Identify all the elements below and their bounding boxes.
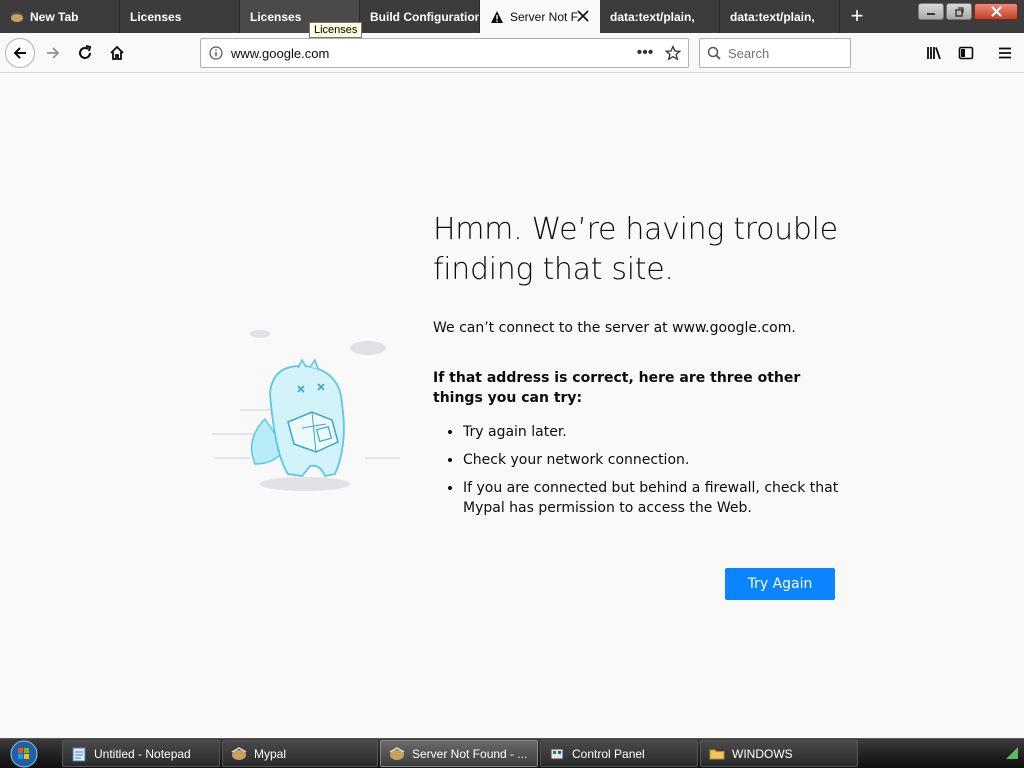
notepad-icon — [72, 747, 86, 761]
back-button[interactable] — [5, 38, 35, 68]
tab-label: New Tab — [30, 9, 79, 24]
mypal-icon — [389, 746, 405, 760]
new-tab-button[interactable]: + — [842, 5, 872, 28]
tab-data-text-1[interactable]: data:text/plain, — [600, 0, 720, 33]
tab-data-text-2[interactable]: data:text/plain, — [720, 0, 840, 33]
error-message-block: Hmm. We’re having trouble finding that s… — [433, 210, 843, 526]
search-input[interactable] — [728, 45, 850, 61]
taskbar-item-label: Untitled - Notepad — [94, 746, 191, 761]
taskbar-item-label: WINDOWS — [732, 746, 793, 761]
close-icon — [990, 6, 1002, 17]
suggestions-list: Try again later. Check your network conn… — [433, 422, 843, 518]
window-controls — [918, 3, 1018, 20]
suggestion-item: Check your network connection. — [463, 450, 843, 470]
warning-icon — [491, 10, 503, 23]
try-again-button[interactable]: Try Again — [725, 568, 835, 600]
forward-arrow-icon — [47, 47, 60, 59]
tab-label: Server Not F — [510, 9, 578, 24]
navigation-toolbar: ••• — [0, 33, 1024, 73]
back-arrow-icon — [13, 47, 26, 59]
error-description: We can’t connect to the server at www.go… — [433, 320, 796, 336]
minimize-icon — [927, 12, 935, 15]
home-button[interactable] — [102, 38, 132, 68]
library-icon — [927, 47, 941, 60]
tab-label: data:text/plain, — [730, 9, 815, 24]
page-actions-button[interactable]: ••• — [632, 44, 658, 62]
error-page: Hmm. We’re having trouble finding that s… — [0, 74, 1024, 738]
tab-server-not-found[interactable]: Server Not F — [480, 0, 600, 33]
close-window-button[interactable] — [974, 3, 1018, 20]
mypal-icon — [10, 10, 24, 22]
restore-button[interactable] — [946, 3, 972, 20]
taskbar-item-server-not-found[interactable]: Server Not Found - ... — [380, 740, 538, 767]
control-panel-icon — [550, 748, 564, 759]
tab-new-tab[interactable]: New Tab — [0, 0, 120, 33]
suggestions-heading: If that address is correct, here are thr… — [433, 370, 801, 406]
sidebar-button[interactable] — [951, 38, 981, 68]
search-engine-button[interactable] — [700, 46, 728, 60]
restore-icon — [955, 6, 964, 17]
start-button[interactable] — [4, 740, 44, 768]
tab-label: Licenses — [130, 9, 182, 24]
taskbar: Untitled - Notepad Mypal Server Not Foun… — [0, 738, 1024, 768]
tab-tooltip: Licenses — [309, 22, 363, 38]
taskbar-item-control-panel[interactable]: Control Panel — [540, 740, 698, 767]
tab-label: data:text/plain, — [610, 9, 695, 24]
reload-icon — [79, 45, 92, 59]
taskbar-item-notepad[interactable]: Untitled - Notepad — [62, 740, 220, 767]
mypal-icon — [231, 746, 247, 760]
tab-label: Licenses — [250, 9, 302, 24]
info-icon — [209, 46, 223, 60]
error-title: Hmm. We’re having trouble finding that s… — [433, 212, 838, 287]
search-icon — [707, 46, 721, 60]
taskbar-item-label: Mypal — [254, 746, 287, 761]
site-info-button[interactable] — [201, 46, 231, 60]
taskbar-item-windows-folder[interactable]: WINDOWS — [700, 740, 858, 767]
tab-strip: New Tab Licenses Licenses Build Configur… — [0, 0, 1024, 33]
windows-logo-icon — [10, 740, 38, 768]
library-button[interactable] — [919, 38, 949, 68]
forward-button[interactable] — [38, 38, 68, 68]
menu-button[interactable] — [990, 38, 1020, 68]
tab-label: Build Configuration — [370, 9, 479, 24]
close-tab-icon[interactable] — [576, 9, 590, 23]
url-input[interactable] — [231, 45, 632, 61]
address-bar[interactable]: ••• — [200, 38, 689, 68]
tab-build-configuration[interactable]: Build Configuration — [360, 0, 480, 33]
suggestion-item: If you are connected but behind a firewa… — [463, 478, 843, 518]
taskbar-item-label: Control Panel — [572, 746, 645, 761]
reload-button[interactable] — [70, 38, 100, 68]
search-bar[interactable] — [699, 38, 851, 68]
folder-icon — [709, 749, 725, 759]
sidebar-icon — [958, 46, 974, 60]
taskbar-item-mypal[interactable]: Mypal — [222, 740, 378, 767]
minimize-button[interactable] — [918, 3, 944, 20]
bookmark-star-button[interactable] — [658, 45, 688, 61]
suggestion-item: Try again later. — [463, 422, 843, 442]
dinosaur-illustration — [212, 330, 400, 491]
taskbar-item-label: Server Not Found - ... — [412, 746, 528, 761]
tab-licenses-1[interactable]: Licenses — [120, 0, 240, 33]
home-icon — [110, 45, 124, 60]
network-tray-icon[interactable] — [1004, 745, 1020, 761]
hamburger-menu-icon — [999, 47, 1011, 59]
star-icon — [665, 45, 681, 61]
